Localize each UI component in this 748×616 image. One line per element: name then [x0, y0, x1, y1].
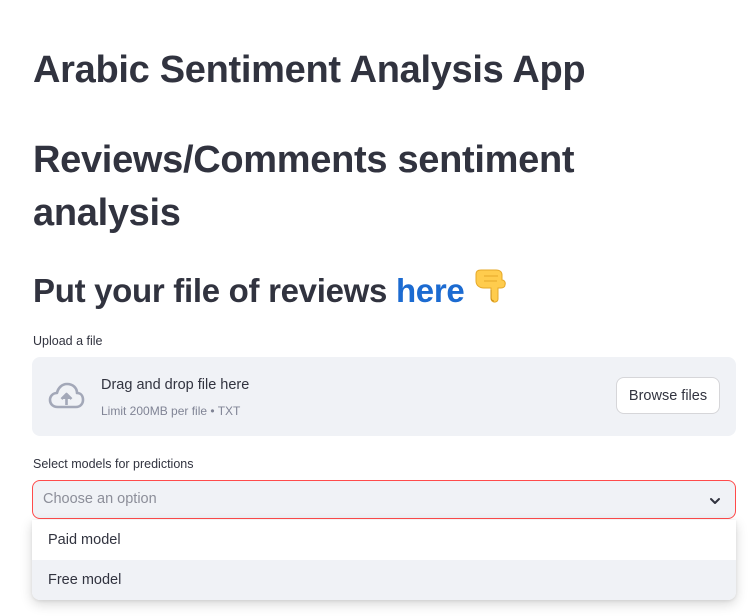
browse-files-button[interactable]: Browse files	[616, 377, 720, 414]
upload-prompt-text: Put your file of reviews	[33, 272, 396, 309]
file-dropzone[interactable]: Drag and drop file here Limit 200MB per …	[32, 357, 736, 436]
page-subtitle: Reviews/Comments sentiment analysis	[33, 139, 575, 234]
app-page: Arabic Sentiment Analysis App Reviews/Co…	[0, 0, 748, 616]
app-title: Arabic Sentiment Analysis App	[33, 49, 586, 91]
option-free-model[interactable]: Free model	[32, 560, 736, 600]
pointing-down-icon	[472, 268, 510, 316]
chevron-down-icon[interactable]	[709, 494, 721, 506]
models-dropdown-menu: Paid model Free model	[32, 520, 736, 600]
dropzone-limit-text: Limit 200MB per file • TXT	[101, 404, 241, 418]
models-select-label: Select models for predictions	[33, 457, 194, 471]
upload-label: Upload a file	[33, 334, 103, 348]
models-select-placeholder: Choose an option	[43, 491, 157, 507]
models-select[interactable]: Choose an option	[32, 480, 736, 519]
dropzone-instructions: Drag and drop file here	[101, 377, 250, 393]
upload-prompt-link[interactable]: here	[396, 272, 465, 309]
cloud-upload-icon	[48, 381, 85, 411]
upload-prompt-heading: Put your file of reviews here	[33, 268, 510, 316]
option-paid-model[interactable]: Paid model	[32, 520, 736, 560]
